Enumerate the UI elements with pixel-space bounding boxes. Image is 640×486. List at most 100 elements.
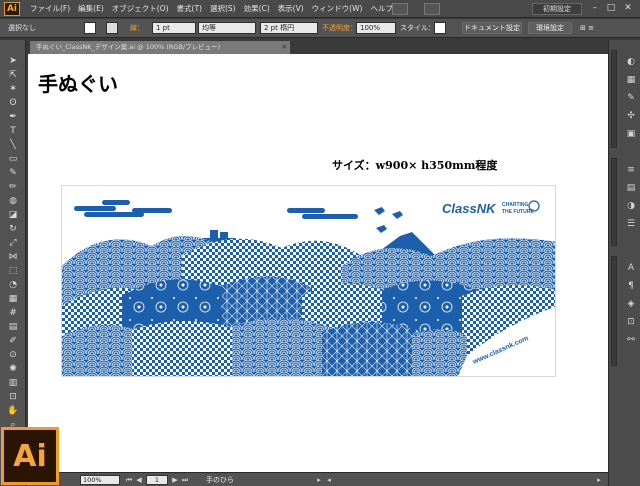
canvas-area[interactable]: 手ぬぐい サイズ：w900× h350mm程度 ClassNK CHARTING… xyxy=(28,54,608,472)
bridge-icon[interactable] xyxy=(392,3,408,15)
next-page-icon[interactable]: ▶ xyxy=(170,475,180,485)
menu-effect[interactable]: 効果(C) xyxy=(240,0,274,18)
rotate-tool-icon[interactable]: ↻ xyxy=(5,222,21,236)
stroke-label[interactable]: 線： xyxy=(130,22,144,34)
artboard-title: 手ぬぐい xyxy=(38,72,118,96)
swatches-panel-icon[interactable]: ▦ xyxy=(624,74,638,86)
size-label: サイズ：w900× h350mm程度 xyxy=(332,159,498,172)
control-bar: 選択なし 線： 1 pt 均等 2 pt 楕円 不透明度： 100% スタイル：… xyxy=(0,19,640,38)
minimize-icon[interactable]: – xyxy=(588,3,602,14)
graphic-style-swatch[interactable] xyxy=(434,22,446,34)
menu-bar: Ai ファイル(F) 編集(E) オブジェクト(O) 書式(T) 選択(S) 効… xyxy=(0,0,640,18)
eraser-tool-icon[interactable]: ◪ xyxy=(5,208,21,222)
wave-pattern-illustration: ClassNK CHARTING THE FUTURE www.classnk.… xyxy=(62,200,555,376)
close-icon[interactable]: ✕ xyxy=(621,3,635,14)
magic-wand-icon[interactable]: ✶ xyxy=(5,82,21,96)
graphic-styles-icon[interactable]: ▣ xyxy=(624,128,638,140)
workspace-switcher[interactable]: 初期設定 xyxy=(532,3,582,15)
character-panel-icon[interactable]: A xyxy=(624,262,638,274)
zoom-field[interactable]: 100% xyxy=(80,475,120,485)
transparency-panel-icon[interactable]: ◑ xyxy=(624,200,638,212)
brushes-panel-icon[interactable]: ✎ xyxy=(624,92,638,104)
status-text: 手のひら xyxy=(206,476,234,484)
menu-view[interactable]: 表示(V) xyxy=(274,0,308,18)
opacity-label[interactable]: 不透明度： xyxy=(322,22,357,34)
artboard-tool-icon[interactable]: ⊡ xyxy=(5,390,21,404)
cloud-motif xyxy=(74,200,358,219)
close-tab-icon[interactable]: ✕ xyxy=(282,41,287,54)
links-panel-icon[interactable]: ⚯ xyxy=(624,334,638,346)
menu-object[interactable]: オブジェクト(O) xyxy=(108,0,173,18)
dock-collapse-bar[interactable] xyxy=(611,50,617,148)
menu-edit[interactable]: 編集(E) xyxy=(74,0,108,18)
variable-width-profile[interactable]: 均等 xyxy=(198,22,256,34)
menu-file[interactable]: ファイル(F) xyxy=(26,0,74,18)
hand-tool-icon[interactable]: ✋ xyxy=(5,404,21,418)
selection-status: 選択なし xyxy=(8,24,36,32)
direct-selection-tool-icon[interactable]: ⇱ xyxy=(5,68,21,82)
appearance-panel-icon[interactable]: ☰ xyxy=(624,218,638,230)
tenugui-artwork[interactable]: ClassNK CHARTING THE FUTURE www.classnk.… xyxy=(61,185,556,377)
dock-collapse-bar-3[interactable] xyxy=(611,256,617,366)
symbol-sprayer-icon[interactable]: ✺ xyxy=(5,362,21,376)
artboards-panel-icon[interactable]: ⊡ xyxy=(624,316,638,328)
prev-page-icon[interactable]: ◀ xyxy=(134,475,144,485)
menu-type[interactable]: 書式(T) xyxy=(173,0,206,18)
blob-brush-icon[interactable]: ◍ xyxy=(5,194,21,208)
blend-tool-icon[interactable]: ⊙ xyxy=(5,348,21,362)
preferences-button[interactable]: 環境設定 xyxy=(528,22,572,34)
stroke-panel-icon[interactable]: ≡ xyxy=(624,164,638,176)
paintbrush-tool-icon[interactable]: ✎ xyxy=(5,166,21,180)
page-number-field[interactable]: 1 xyxy=(146,475,168,485)
arrange-documents-icon[interactable] xyxy=(424,3,440,15)
lasso-tool-icon[interactable]: ʘ xyxy=(5,96,21,110)
style-label: スタイル： xyxy=(400,24,435,32)
app-logo-icon: Ai xyxy=(4,2,20,16)
eyedropper-icon[interactable]: ✐ xyxy=(5,334,21,348)
panel-dock: ◐ ▦ ✎ ✣ ▣ ≡ ▤ ◑ ☰ A ¶ ◈ ⊡ ⚯ xyxy=(608,40,640,486)
menu-select[interactable]: 選択(S) xyxy=(206,0,240,18)
shape-builder-icon[interactable]: ◔ xyxy=(5,278,21,292)
scale-tool-icon[interactable]: ⤢ xyxy=(5,236,21,250)
layers-panel-icon[interactable]: ◈ xyxy=(624,298,638,310)
align-icon[interactable]: ⊞ ≡ xyxy=(580,22,594,34)
status-bar: 100% ⏮ ◀ 1 ▶ ⏭ 手のひら ▸ ◂ ▸ xyxy=(28,472,608,486)
illustrator-logo-icon: Ai xyxy=(1,427,59,485)
perspective-grid-icon[interactable]: ▦ xyxy=(5,292,21,306)
last-page-icon[interactable]: ⏭ xyxy=(180,475,190,485)
document-tab[interactable]: 手ぬぐい_ClassNK_デザイン案.ai @ 100% (RGB/プレビュー)… xyxy=(30,41,290,54)
document-setup-button[interactable]: ドキュメント設定 xyxy=(462,22,522,34)
paragraph-panel-icon[interactable]: ¶ xyxy=(624,280,638,292)
type-tool-icon[interactable]: T xyxy=(5,124,21,138)
gradient-panel-icon[interactable]: ▤ xyxy=(624,182,638,194)
illustrator-window: Ai ファイル(F) 編集(E) オブジェクト(O) 書式(T) 選択(S) 効… xyxy=(0,0,640,486)
selection-tool-icon[interactable]: ➤ xyxy=(5,54,21,68)
document-tab-title: 手ぬぐい_ClassNK_デザイン案.ai @ 100% (RGB/プレビュー) xyxy=(36,43,221,51)
scroll-right-icon[interactable]: ▸ xyxy=(594,475,604,485)
stroke-swatch[interactable] xyxy=(106,22,118,34)
status-menu-icon[interactable]: ▸ xyxy=(314,475,324,485)
pen-tool-icon[interactable]: ✒ xyxy=(5,110,21,124)
document-tab-bar: 手ぬぐい_ClassNK_デザイン案.ai @ 100% (RGB/プレビュー)… xyxy=(28,40,608,54)
scroll-left-icon[interactable]: ◂ xyxy=(324,475,334,485)
width-tool-icon[interactable]: ⋈ xyxy=(5,250,21,264)
maximize-icon[interactable]: □ xyxy=(604,3,618,14)
dock-collapse-bar-2[interactable] xyxy=(611,158,617,246)
pencil-tool-icon[interactable]: ✏ xyxy=(5,180,21,194)
tagline-1: CHARTING xyxy=(502,202,528,208)
graph-tool-icon[interactable]: ▥ xyxy=(5,376,21,390)
free-transform-icon[interactable]: ⬚ xyxy=(5,264,21,278)
mesh-tool-icon[interactable]: # xyxy=(5,306,21,320)
color-panel-icon[interactable]: ◐ xyxy=(624,56,638,68)
rectangle-tool-icon[interactable]: ▭ xyxy=(5,152,21,166)
brush-definition[interactable]: 2 pt 楕円 xyxy=(260,22,318,34)
symbols-panel-icon[interactable]: ✣ xyxy=(624,110,638,122)
opacity-field[interactable]: 100% xyxy=(356,22,396,34)
stroke-weight-field[interactable]: 1 pt xyxy=(152,22,196,34)
first-page-icon[interactable]: ⏮ xyxy=(124,475,134,485)
menu-window[interactable]: ウィンドウ(W) xyxy=(308,0,367,18)
fill-swatch[interactable] xyxy=(84,22,96,34)
gradient-tool-icon[interactable]: ▤ xyxy=(5,320,21,334)
tagline-2: THE FUTURE xyxy=(502,209,534,215)
line-tool-icon[interactable]: ╲ xyxy=(5,138,21,152)
